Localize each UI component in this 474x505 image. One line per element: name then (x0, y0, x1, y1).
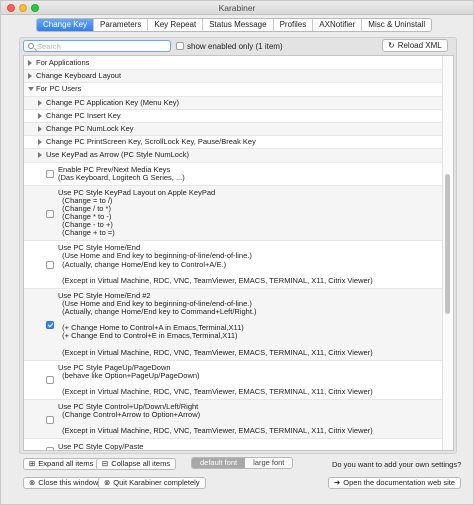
tab-axnotifier[interactable]: AXNotifier (313, 19, 363, 31)
tree-group-row[interactable]: Change PC Insert Key (24, 109, 443, 123)
expand-icon: ⊞ (29, 459, 36, 468)
tree-option-label: Use PC Style KeyPad Layout on Apple KeyP… (58, 187, 216, 238)
close-this-window-label: Close this window (38, 478, 99, 487)
tree-option-label: Use PC Style Copy/Paste (Control+C to Co… (58, 441, 164, 451)
arrow-right-icon: ➜ (334, 478, 341, 487)
default-font-segment[interactable]: default font (192, 458, 246, 468)
tree-group-row[interactable]: For Applications (24, 57, 443, 71)
tree-group-label: Change PC NumLock Key (46, 124, 134, 133)
search-icon (28, 43, 34, 49)
collapse-all-label: Collapse all items (111, 459, 171, 468)
karabiner-window: Karabiner Change Key Parameters Key Repeat… (0, 0, 474, 505)
tree-option-row[interactable]: Use PC Style Home/End (Use Home and End … (24, 241, 443, 289)
settings-tree: For Applications Change Keyboard Layout Fo… (23, 55, 454, 451)
option-checkbox[interactable] (46, 170, 54, 179)
disclosure-collapsed-icon[interactable] (38, 139, 42, 146)
tree-group-row[interactable]: Change PC NumLock Key (24, 123, 443, 137)
own-settings-prompt: Do you want to add your own settings? (332, 460, 462, 469)
tab-profiles[interactable]: Profiles (274, 19, 314, 31)
tree-option-label: Enable PC Prev/Next Media Keys (Das Keyb… (58, 164, 185, 182)
quit-icon: ⊗ (104, 478, 111, 487)
tree-option-label: Use PC Style PageUp/PageDown (behave lik… (58, 362, 373, 396)
tree-option-row[interactable]: Use PC Style Copy/Paste (Control+C to Co… (24, 439, 443, 451)
large-font-segment[interactable]: large font (245, 458, 293, 468)
tab-parameters[interactable]: Parameters (94, 19, 149, 31)
tab-bar: Change Key Parameters Key Repeat Status Mes… (36, 18, 433, 32)
title-bar: Karabiner (1, 1, 473, 15)
close-circle-icon: ⊗ (29, 478, 36, 487)
disclosure-collapsed-icon[interactable] (38, 99, 42, 106)
tree-group-row[interactable]: Change PC Application Key (Menu Key) (24, 96, 443, 110)
expand-all-button[interactable]: ⊞ Expand all items (23, 458, 100, 470)
open-documentation-label: Open the documentation web site (343, 478, 456, 487)
disclosure-collapsed-icon[interactable] (28, 73, 32, 80)
tree-group-label: Change PC Insert Key (46, 110, 121, 120)
tree-option-row[interactable]: Enable PC Prev/Next Media Keys (Das Keyb… (24, 162, 443, 186)
font-size-segmented-control: default font large font (191, 457, 294, 469)
option-checkbox[interactable] (46, 415, 54, 424)
close-this-window-button[interactable]: ⊗ Close this window (23, 477, 105, 489)
tree-group-label: For Applications (36, 58, 90, 67)
tree-option-row[interactable]: Use PC Style PageUp/PageDown (behave lik… (24, 360, 443, 401)
option-checkbox-checked[interactable] (46, 320, 54, 329)
tree-group-label: Change PC Application Key (Menu Key) (46, 97, 179, 107)
disclosure-collapsed-icon[interactable] (38, 112, 42, 119)
tree-option-row[interactable]: Use PC Style Home/End #2 (Use Home and E… (24, 288, 443, 361)
tab-key-repeat[interactable]: Key Repeat (148, 19, 204, 31)
tree-option-label: Use PC Style Home/End (Use Home and End … (58, 243, 373, 285)
tab-misc-uninstall[interactable]: Misc & Uninstall (362, 19, 431, 31)
tree-group-label: For PC Users (36, 84, 82, 94)
disclosure-expanded-icon[interactable] (28, 87, 34, 92)
reload-xml-button[interactable]: ↻ Reload XML (382, 39, 448, 52)
tree-group-row[interactable]: For PC Users (24, 83, 443, 97)
tree-option-row[interactable]: Use PC Style Control+Up/Down/Left/Right … (24, 400, 443, 440)
tree-group-label: Use KeyPad as Arrow (PC Style NumLock) (46, 150, 189, 160)
option-checkbox[interactable] (46, 376, 54, 385)
tree-group-row[interactable]: Change PC PrintScreen Key, ScrollLock Ke… (24, 136, 443, 150)
show-enabled-only-label: show enabled only (1 item) (187, 42, 283, 51)
open-documentation-button[interactable]: ➜ Open the documentation web site (328, 477, 462, 489)
tree-scrollbar[interactable] (442, 56, 452, 450)
tree-group-label: Change PC PrintScreen Key, ScrollLock Ke… (46, 137, 256, 147)
option-checkbox[interactable] (46, 447, 54, 450)
collapse-all-button[interactable]: ⊟ Collapse all items (96, 458, 177, 470)
tree-option-row[interactable]: Use PC Style KeyPad Layout on Apple KeyP… (24, 185, 443, 242)
quit-karabiner-label: Quit Karabiner completely (113, 478, 200, 487)
option-checkbox[interactable] (46, 261, 54, 270)
reload-xml-label: Reload XML (397, 41, 442, 50)
disclosure-collapsed-icon[interactable] (38, 152, 42, 159)
collapse-icon: ⊟ (102, 459, 109, 468)
tab-change-key[interactable]: Change Key (37, 19, 95, 31)
tab-status-message[interactable]: Status Message (203, 19, 274, 31)
disclosure-collapsed-icon[interactable] (28, 60, 32, 66)
tree-group-row[interactable]: Use KeyPad as Arrow (PC Style NumLock) (24, 149, 443, 163)
tree-group-row[interactable]: Change Keyboard Layout (24, 70, 443, 84)
tree-option-label: Use PC Style Home/End #2 (Use Home and E… (58, 290, 373, 357)
scrollbar-thumb[interactable] (445, 174, 450, 314)
window-title: Karabiner (218, 3, 256, 13)
show-enabled-only-checkbox[interactable] (176, 41, 184, 50)
search-input[interactable] (37, 41, 167, 51)
disclosure-collapsed-icon[interactable] (38, 126, 42, 132)
tree-group-label: Change Keyboard Layout (36, 71, 122, 81)
show-enabled-only-toggle[interactable]: show enabled only (1 item) (176, 41, 283, 51)
option-checkbox[interactable] (46, 209, 54, 218)
tree-option-label: Use PC Style Control+Up/Down/Left/Right … (58, 402, 373, 436)
expand-all-label: Expand all items (38, 459, 94, 468)
search-field[interactable] (23, 40, 171, 52)
quit-karabiner-button[interactable]: ⊗ Quit Karabiner completely (98, 477, 206, 489)
refresh-icon: ↻ (388, 41, 395, 50)
